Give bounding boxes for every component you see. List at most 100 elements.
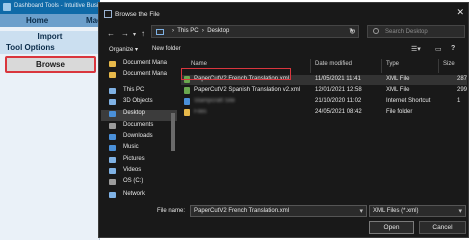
shortcut-icon — [184, 98, 190, 105]
nav-item-label: Document Mana — [123, 71, 168, 77]
breadcrumb-desktop[interactable]: Desktop — [207, 28, 229, 34]
folder-icon — [184, 109, 190, 116]
nav-item[interactable]: Network — [109, 191, 175, 202]
column-date[interactable]: Date modified — [315, 61, 352, 67]
pictures-icon — [109, 157, 116, 163]
file-date: 12/01/2021 12:58 — [315, 87, 362, 93]
nav-item[interactable]: Document Mana — [109, 71, 175, 82]
column-separator — [438, 59, 439, 73]
nav-item[interactable]: Pictures — [109, 156, 175, 167]
network-icon — [109, 192, 116, 198]
up-icon[interactable]: ↑ — [141, 29, 145, 38]
column-separator — [310, 59, 311, 73]
file-type: Internet Shortcut — [386, 98, 431, 104]
xml-file-icon — [184, 87, 190, 94]
back-icon[interactable]: ← — [107, 29, 115, 38]
nav-item-label: Desktop — [123, 110, 146, 116]
nav-item-label: Document Mana — [123, 60, 168, 66]
file-name: Files — [194, 109, 207, 115]
import-header: Import — [0, 31, 100, 42]
search-icon — [373, 28, 379, 34]
monitor-icon — [156, 29, 164, 35]
file-row[interactable]: PaperCutV2 Spanish Translation v2.xml 12/… — [181, 86, 467, 96]
documents-icon — [109, 123, 116, 129]
column-separator — [381, 59, 382, 73]
nav-item[interactable]: Document Mana — [109, 60, 175, 71]
file-date: 24/05/2021 08:42 — [315, 109, 362, 115]
new-folder-button[interactable]: New folder — [152, 46, 181, 52]
app-icon — [3, 3, 11, 11]
nav-item-label: Music — [123, 144, 139, 150]
drive-icon — [109, 179, 116, 185]
videos-icon — [109, 168, 116, 174]
nav-item[interactable]: Documents — [109, 122, 175, 133]
file-row[interactable]: Stampcraft Site 21/10/2020 11:02 Internet … — [181, 97, 467, 107]
app-menubar: Home Mac — [0, 14, 102, 27]
file-date: 21/10/2020 11:02 — [315, 98, 362, 104]
file-type: XML File — [386, 87, 410, 93]
nav-item[interactable]: Desktop — [109, 110, 175, 121]
nav-item[interactable]: 3D Objects — [109, 98, 175, 109]
menu-home[interactable]: Home — [26, 16, 48, 25]
open-button[interactable]: Open — [369, 221, 414, 234]
forward-icon[interactable]: → — [121, 29, 129, 38]
file-row[interactable]: Files 24/05/2021 08:42 File folder — [181, 108, 467, 118]
refresh-icon[interactable]: ↻ — [349, 27, 356, 36]
help-icon[interactable]: ? — [451, 45, 455, 52]
preview-pane-icon[interactable]: ▭ — [435, 45, 442, 53]
nav-item[interactable]: OS (C:) — [109, 178, 175, 189]
app-titlebar: Dashboard Tools - Intuitive Business — [0, 0, 111, 14]
nav-item-label: Network — [123, 191, 146, 197]
search-placeholder: Search Desktop — [385, 29, 428, 35]
column-type[interactable]: Type — [386, 61, 399, 67]
file-size: 287 — [457, 76, 468, 82]
file-name-label: File name: — [157, 208, 186, 214]
folder-icon — [109, 61, 116, 67]
address-bar[interactable]: › This PC › Desktop ▾ — [151, 25, 359, 38]
music-icon — [109, 145, 116, 151]
nav-item-label: This PC — [123, 87, 145, 93]
download-icon — [109, 134, 116, 140]
breadcrumb-separator: › — [200, 28, 206, 34]
file-name: Stampcraft Site — [194, 98, 236, 104]
column-name[interactable]: Name — [191, 61, 207, 67]
file-size: 299 — [457, 87, 468, 93]
breadcrumb-separator: › — [172, 28, 176, 34]
desktop-icon — [109, 111, 116, 117]
chevron-down-icon[interactable]: ▾ — [359, 207, 363, 215]
file-date: 11/05/2021 11:41 — [315, 76, 361, 82]
breadcrumb-this-pc[interactable]: This PC — [177, 28, 198, 34]
organize-button[interactable]: Organize ▾ — [109, 46, 138, 53]
selected-file-highlight-box — [181, 68, 291, 80]
tool-options-header: Tool Options — [0, 42, 100, 54]
search-box[interactable]: Search Desktop — [367, 25, 465, 38]
cube-icon — [109, 99, 116, 105]
pc-icon — [109, 88, 116, 94]
nav-item[interactable]: Music — [109, 144, 175, 155]
nav-item[interactable]: Downloads — [109, 133, 175, 144]
nav-item-label: Videos — [123, 167, 142, 173]
file-name-value: PaperCutV2 French Translation.xml — [194, 208, 290, 214]
nav-item-label: Downloads — [123, 133, 153, 139]
app-title: Dashboard Tools - Intuitive Business — [14, 3, 111, 9]
dialog-title: Browse the File — [115, 11, 160, 18]
view-options-icon[interactable]: ☰▾ — [411, 45, 421, 53]
chevron-down-icon[interactable]: ▾ — [133, 31, 136, 38]
close-icon[interactable]: ✕ — [456, 7, 464, 18]
nav-item[interactable]: This PC — [109, 87, 175, 98]
file-type-value: XML Files (*.xml) — [373, 208, 419, 214]
browse-button[interactable]: Browse — [5, 56, 96, 73]
nav-item-label: Documents — [123, 122, 154, 128]
browse-file-dialog: Browse the File ✕ ← → ▾ ↑ › This PC › De… — [98, 2, 469, 238]
nav-item-label: OS (C:) — [123, 178, 144, 184]
nav-scrollbar[interactable] — [171, 113, 175, 151]
cancel-button[interactable]: Cancel — [419, 221, 466, 234]
file-size: 1 — [457, 98, 461, 104]
nav-item[interactable]: Videos — [109, 167, 175, 178]
view-controls: ☰▾ ▭ ? — [409, 45, 464, 55]
column-size[interactable]: Size — [443, 61, 455, 67]
file-name-input[interactable]: PaperCutV2 French Translation.xml ▾ — [190, 205, 367, 217]
chevron-down-icon[interactable]: ▾ — [458, 207, 462, 215]
file-type-select[interactable]: XML Files (*.xml) ▾ — [369, 205, 466, 217]
address-path: › This PC › Desktop — [172, 28, 229, 34]
